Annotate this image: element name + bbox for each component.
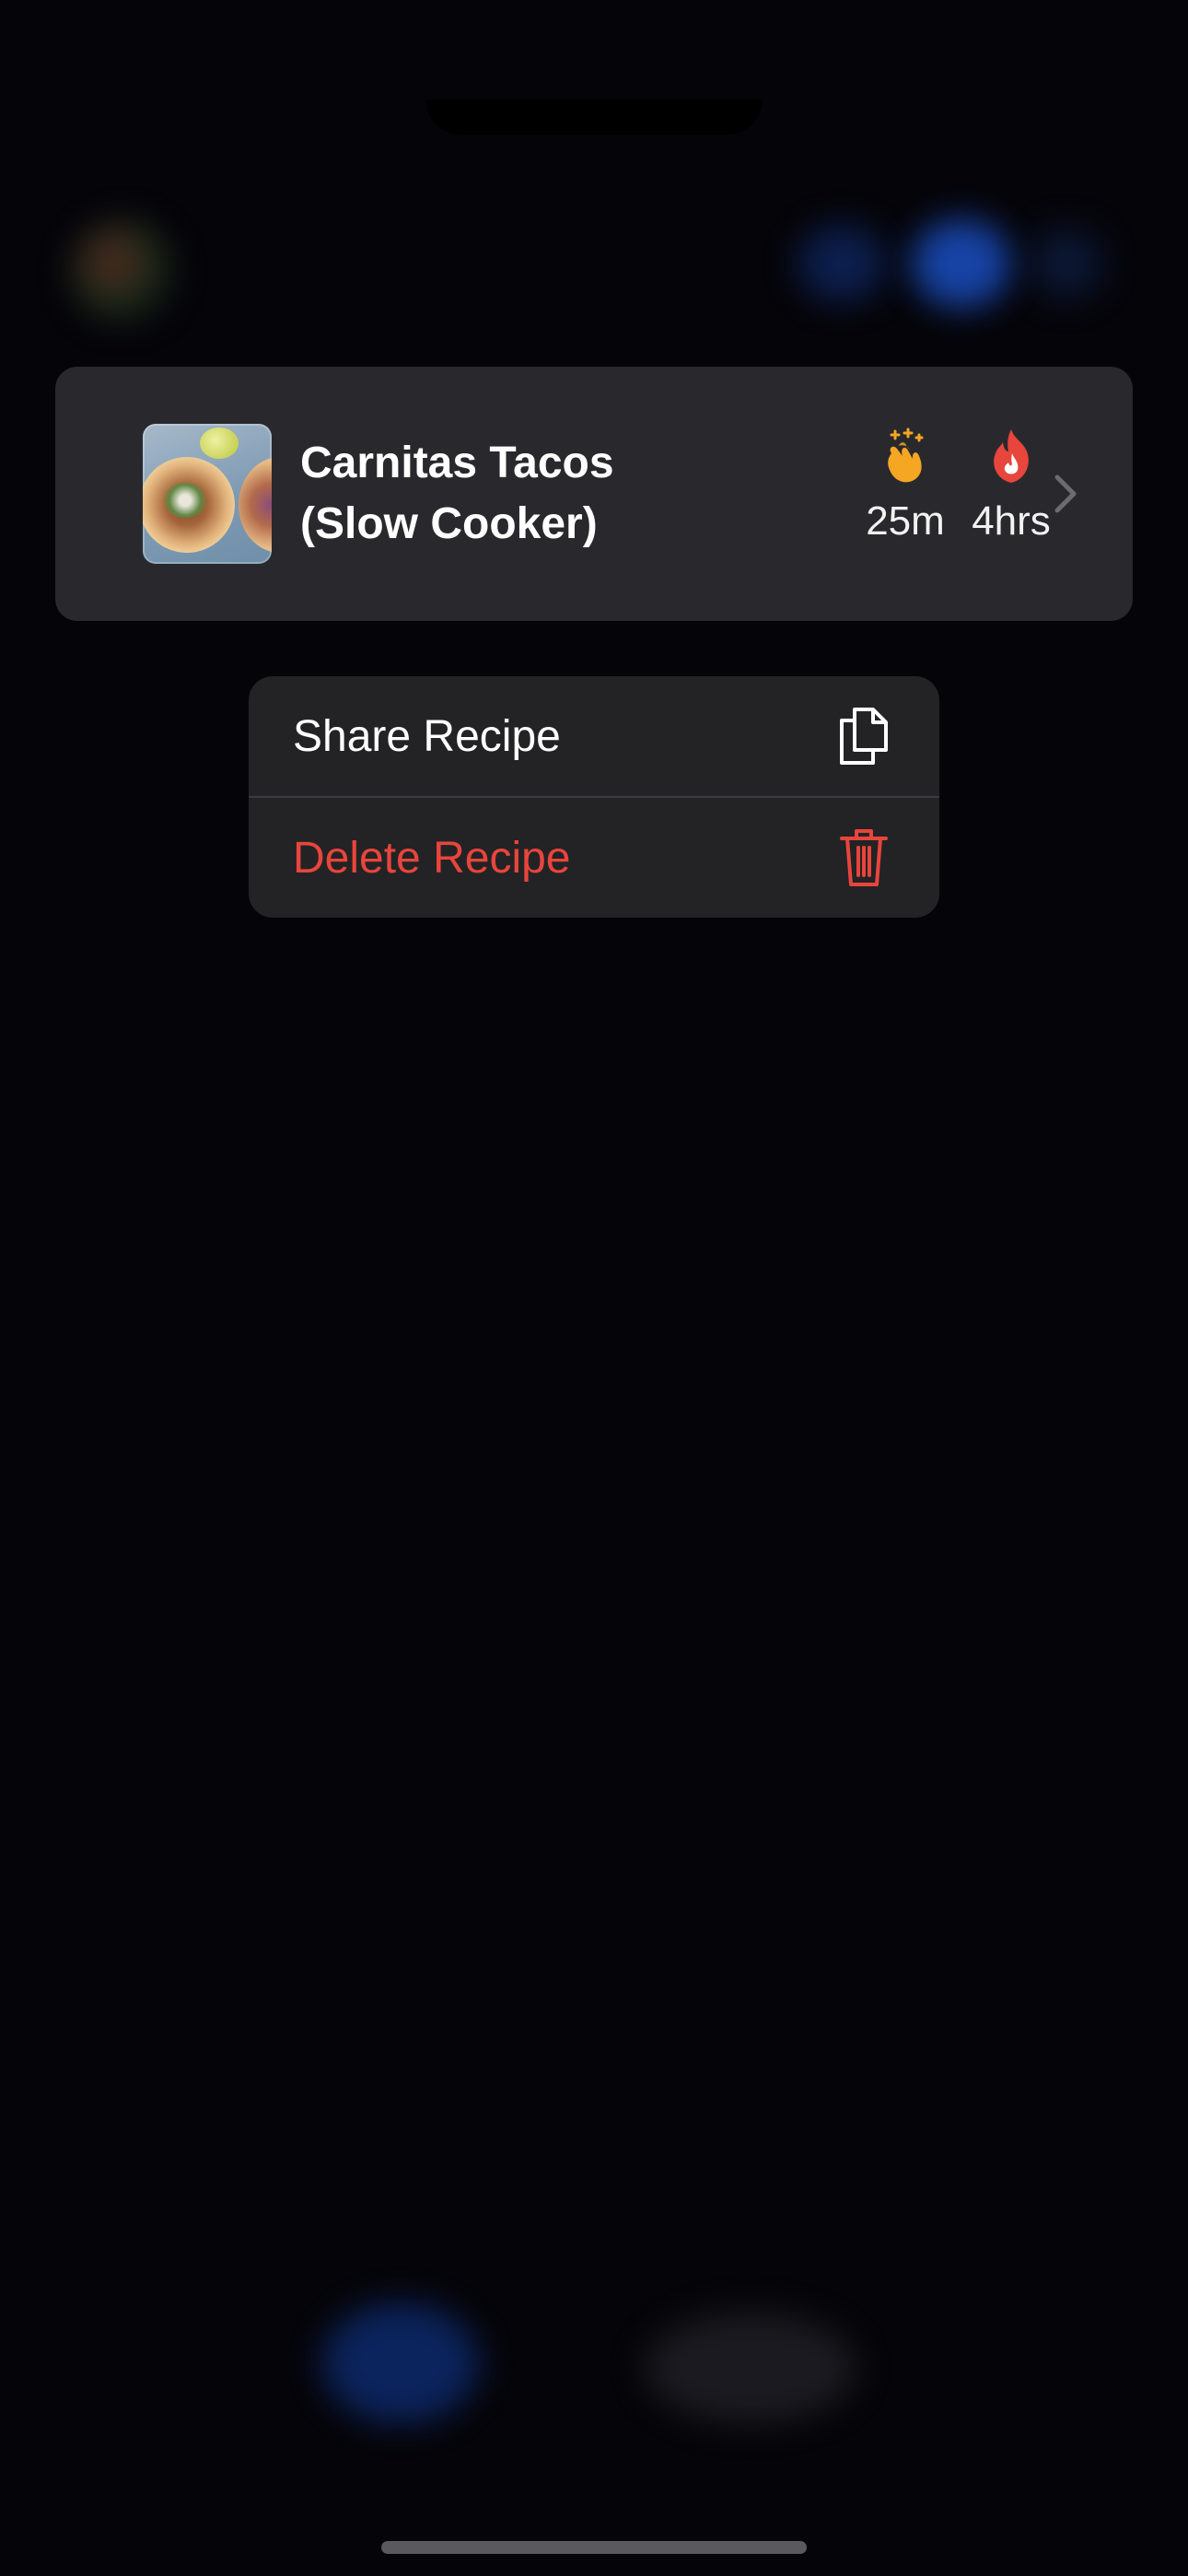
context-menu: Share Recipe Delete Recipe [249, 676, 939, 918]
recipe-title-line1: Carnitas Tacos [300, 439, 614, 487]
background-tab-item [645, 2313, 856, 2423]
share-recipe-menu-item[interactable]: Share Recipe [249, 676, 939, 796]
delete-recipe-label: Delete Recipe [293, 834, 571, 883]
background-toolbar-button [912, 219, 1011, 308]
delete-recipe-menu-item[interactable]: Delete Recipe [249, 798, 939, 918]
clapping-hands-icon [888, 427, 924, 483]
thumbnail-lime [200, 427, 239, 459]
dynamic-island [425, 100, 763, 135]
recipe-title-line2: (Slow Cooker) [300, 499, 598, 548]
prep-time-value: 25m [866, 498, 945, 544]
recipe-card[interactable]: Carnitas Tacos (Slow Cooker) 25m 4hrs [55, 367, 1133, 621]
background-tab-item [322, 2303, 479, 2423]
prep-time-stat: 25m [845, 426, 965, 545]
recipe-thumbnail [143, 424, 272, 564]
copy-documents-icon [840, 708, 888, 765]
thumbnail-taco [143, 457, 235, 553]
background-toolbar-button [798, 225, 886, 302]
trash-icon [840, 829, 888, 886]
background-toolbar-button [1030, 228, 1103, 299]
recipe-title: Carnitas Tacos (Slow Cooker) [300, 433, 816, 555]
share-recipe-label: Share Recipe [293, 712, 561, 761]
background-app-icon [72, 221, 173, 322]
thumbnail-taco [239, 457, 272, 553]
home-indicator[interactable] [381, 2541, 807, 2554]
flame-icon [994, 429, 1029, 483]
chevron-right-icon[interactable] [1052, 474, 1079, 514]
